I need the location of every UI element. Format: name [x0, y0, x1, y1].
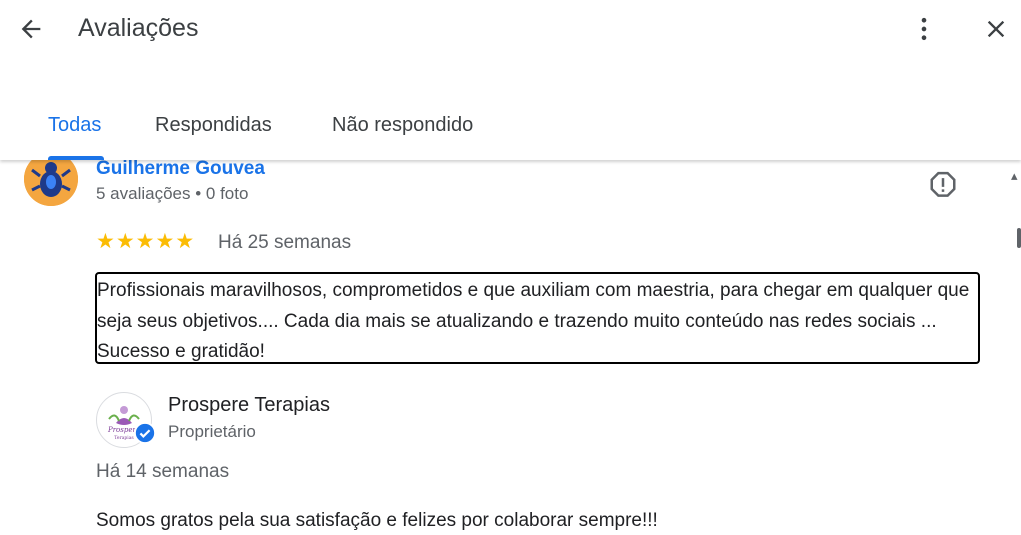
star-icon: ★	[96, 230, 115, 253]
close-icon	[987, 20, 1005, 38]
star-icon: ★	[175, 230, 195, 253]
review-time: Há 25 semanas	[218, 232, 352, 253]
star-rating: ★ ★ ★ ★ ★	[96, 230, 194, 254]
star-icon: ★	[115, 230, 135, 253]
tab-todas[interactable]: Todas	[48, 112, 101, 138]
tab-respondidas[interactable]: Respondidas	[155, 112, 272, 138]
back-button[interactable]	[14, 12, 48, 46]
more-vert-icon	[921, 17, 927, 41]
top-app-bar: Avaliações Todas Respondidas Não respond…	[0, 0, 1021, 160]
review-card: Guilherme Gouvea 5 avaliações • 0 foto ▴…	[0, 160, 1021, 535]
page-title: Avaliações	[78, 14, 199, 42]
reviewer-avatar[interactable]	[24, 160, 78, 206]
report-review-button[interactable]	[928, 170, 958, 200]
filter-tabs: Todas Respondidas Não respondido	[0, 108, 1021, 160]
star-icon: ★	[155, 230, 175, 253]
reviewer-meta: 5 avaliações • 0 foto	[96, 184, 249, 203]
owner-role: Proprietário	[168, 422, 256, 441]
star-icon: ★	[135, 230, 155, 253]
verified-badge-icon	[134, 422, 156, 444]
owner-name: Prospere Terapias	[168, 394, 330, 416]
active-tab-indicator	[48, 156, 104, 160]
reviewer-name[interactable]: Guilherme Gouvea	[96, 160, 265, 180]
reply-text: Somos gratos pela sua satisfação e feliz…	[96, 510, 658, 531]
reply-time: Há 14 semanas	[96, 461, 230, 482]
close-button[interactable]	[979, 12, 1013, 46]
more-options-button[interactable]	[909, 12, 939, 46]
review-text: Profissionais maravilhosos, comprometido…	[97, 280, 970, 362]
scrollbar-thumb[interactable]	[1017, 228, 1021, 248]
report-icon	[930, 171, 956, 197]
arrow-back-icon	[21, 19, 41, 39]
beetle-avatar-icon	[24, 160, 78, 206]
tab-nao-respondido[interactable]: Não respondido	[332, 112, 473, 138]
scroll-up-icon[interactable]: ▴	[1011, 168, 1018, 184]
logo-subtext: Terapias	[114, 435, 134, 441]
